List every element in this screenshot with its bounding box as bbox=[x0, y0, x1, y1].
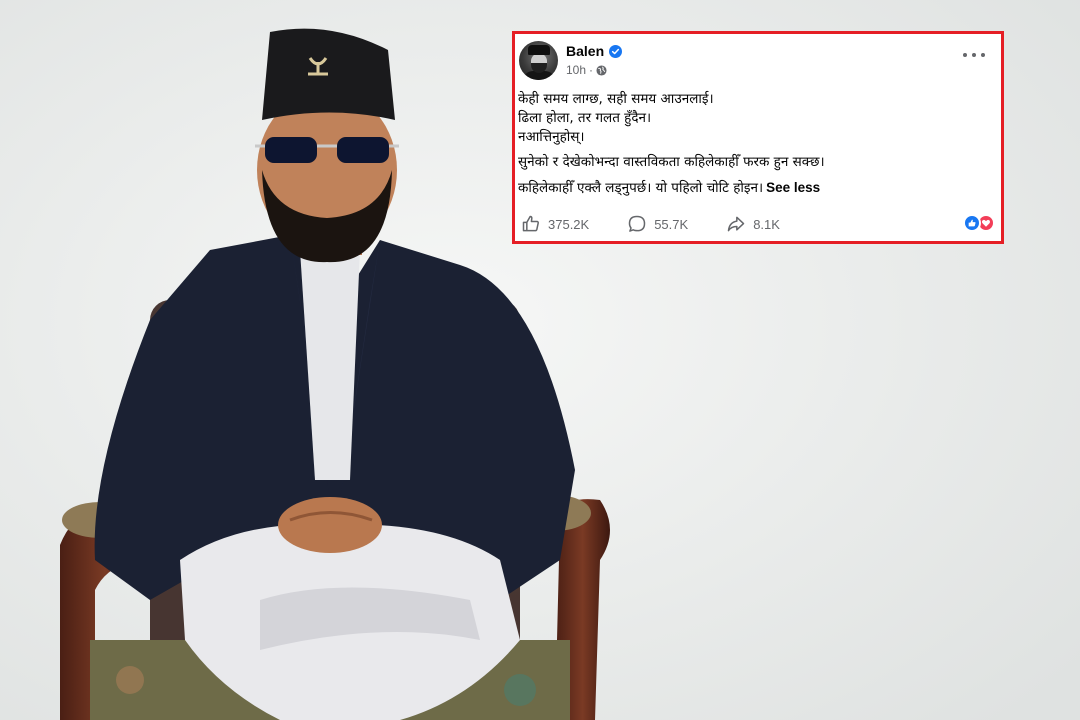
like-reaction-icon bbox=[963, 214, 981, 232]
post-header: Balen 10h · bbox=[519, 41, 623, 80]
author-row: Balen bbox=[566, 43, 623, 59]
see-less-link[interactable]: See less bbox=[766, 180, 820, 195]
post-line-4: सुनेको र देखेकोभन्दा वास्तविकता कहिलेकाह… bbox=[518, 154, 825, 170]
author-name[interactable]: Balen bbox=[566, 43, 604, 59]
post-line-3: नआत्तिनुहोस्। bbox=[518, 129, 585, 145]
comment-count: 55.7K bbox=[654, 216, 689, 232]
comment-count-button[interactable]: 55.7K bbox=[627, 214, 688, 234]
author-avatar[interactable] bbox=[519, 41, 558, 80]
post-meta: Balen 10h · bbox=[566, 41, 623, 77]
post-time[interactable]: 10h bbox=[566, 63, 586, 77]
post-engagement-bar: 375.2K 55.7K 8.1K bbox=[521, 212, 995, 236]
globe-icon bbox=[596, 64, 607, 76]
time-separator: · bbox=[589, 63, 594, 77]
like-count: 375.2K bbox=[548, 216, 590, 232]
like-count-button[interactable]: 375.2K bbox=[521, 214, 589, 234]
post-timestamp-row: 10h · bbox=[566, 63, 622, 77]
post-text: केही समय लाग्छ, सही समय आउनलाई। ढिला होल… bbox=[518, 90, 998, 198]
post-line-5: कहिलेकाहीँ एक्लै लड्नुपर्छ। यो पहिलो चोट… bbox=[518, 180, 764, 196]
post-line-5-row: कहिलेकाहीँ एक्लै लड्नुपर्छ। यो पहिलो चोट… bbox=[518, 178, 998, 198]
post-line-2: ढिला होला, तर गलत हुँदैन। bbox=[518, 110, 652, 126]
verified-badge-icon bbox=[609, 44, 623, 58]
more-options-button[interactable] bbox=[963, 50, 985, 60]
share-count: 8.1K bbox=[753, 216, 780, 232]
thumbs-up-icon bbox=[522, 215, 539, 232]
post-line-1: केही समय लाग्छ, सही समय आउनलाई। bbox=[518, 91, 714, 107]
comment-bubble-icon bbox=[628, 215, 646, 232]
share-arrow-icon bbox=[727, 216, 745, 232]
share-count-button[interactable]: 8.1K bbox=[726, 214, 780, 234]
more-options-icon bbox=[963, 53, 967, 57]
reaction-summary[interactable] bbox=[963, 214, 995, 232]
facebook-post-card: Balen 10h · केही समय लाग्छ, सही समय आउनल… bbox=[512, 31, 1004, 244]
